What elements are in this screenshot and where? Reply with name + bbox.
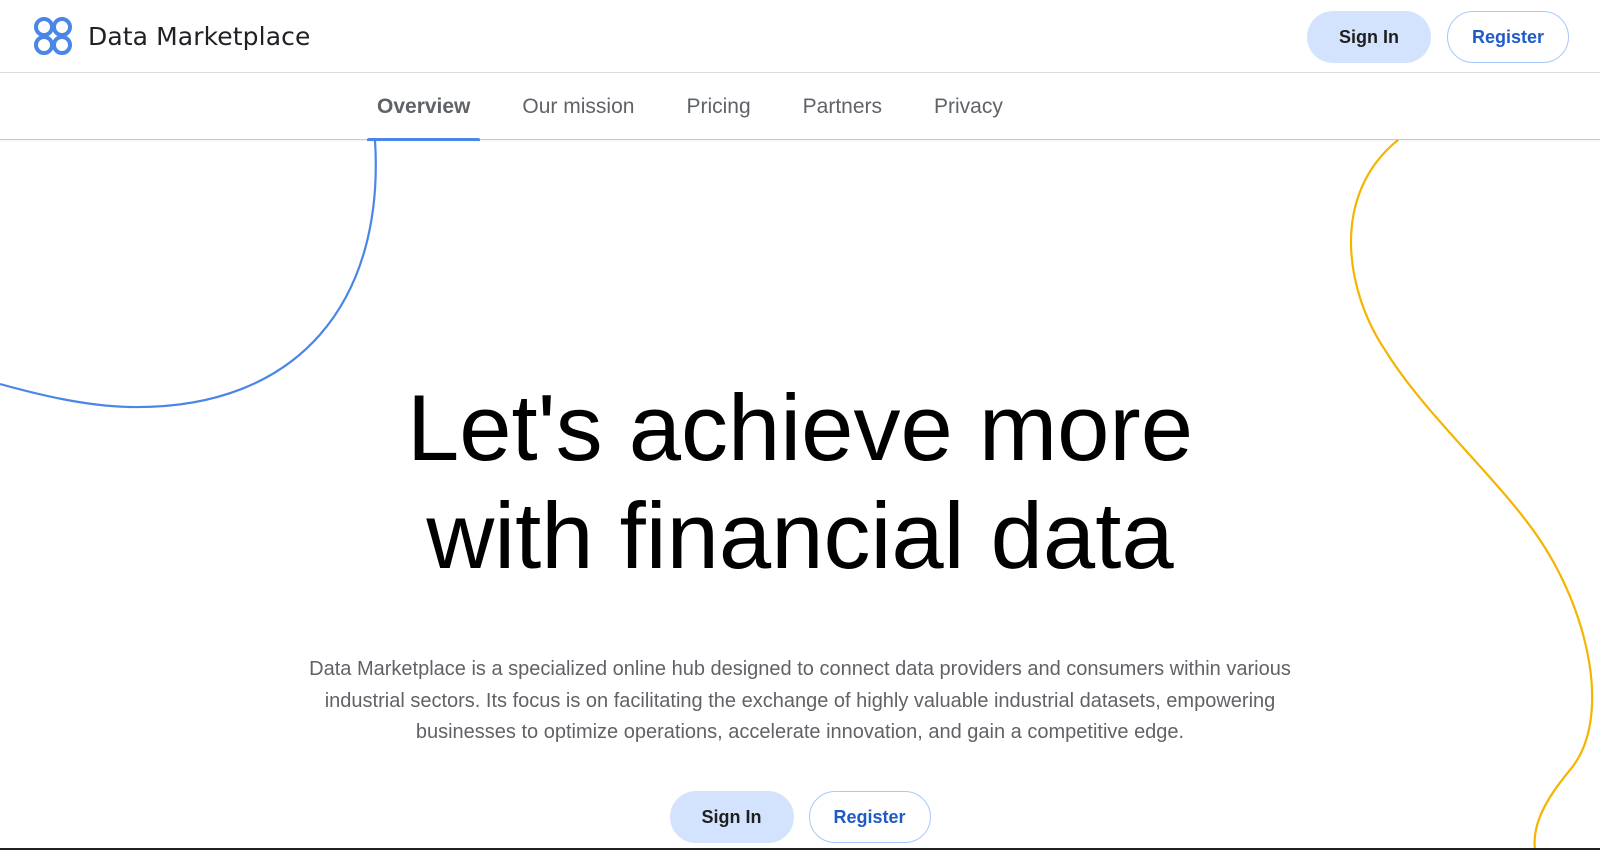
tab-our-mission[interactable]: Our mission [512, 73, 644, 140]
brand[interactable]: Data Marketplace [32, 15, 310, 57]
tab-privacy[interactable]: Privacy [924, 73, 1013, 140]
brand-name: Data Marketplace [88, 21, 311, 51]
hero-title-line2: with financial data [426, 483, 1174, 588]
tab-pricing[interactable]: Pricing [676, 73, 760, 140]
hero-actions: Sign In Register [0, 791, 1600, 843]
nav-tabs: Overview Our mission Pricing Partners Pr… [367, 73, 1045, 141]
clover-logo-icon [32, 15, 74, 57]
hero-register-button[interactable]: Register [808, 791, 931, 843]
hero-description: Data Marketplace is a specialized online… [309, 658, 1291, 743]
header-register-button[interactable]: Register [1447, 11, 1569, 63]
blue-decorative-curve [0, 139, 377, 409]
hero-sign-in-button[interactable]: Sign In [669, 791, 794, 843]
top-header: Data Marketplace Sign In Register [0, 0, 1600, 73]
tab-partners[interactable]: Partners [793, 73, 892, 140]
section-nav: Overview Our mission Pricing Partners Pr… [0, 73, 1600, 141]
tab-overview[interactable]: Overview [367, 73, 481, 141]
hero-title-line1: Let's achieve more [406, 375, 1193, 480]
header-sign-in-button[interactable]: Sign In [1307, 11, 1431, 63]
hero-title: Let's achieve more with financial data [0, 374, 1600, 590]
header-auth-actions: Sign In Register [1307, 11, 1569, 63]
